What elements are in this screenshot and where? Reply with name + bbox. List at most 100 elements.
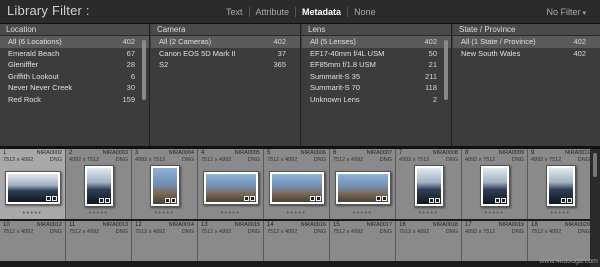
thumbnail-image[interactable] xyxy=(335,171,391,205)
row-count: 402 xyxy=(273,37,286,46)
column-header-camera[interactable]: Camera xyxy=(151,24,300,36)
lens-row[interactable]: Summarit-S 35 211 xyxy=(302,71,451,83)
file-name: NIRA0017 xyxy=(366,222,392,228)
state-row[interactable]: New South Wales 402 xyxy=(453,48,600,60)
thumbnail-badges xyxy=(99,198,110,203)
location-row[interactable]: All (6 Locations) 402 xyxy=(0,36,149,48)
row-label: EF17-40mm f/4L USM xyxy=(310,48,385,58)
camera-row[interactable]: Canon EOS 5D Mark II 37 xyxy=(151,48,300,60)
develop-badge-icon[interactable] xyxy=(382,196,387,201)
rating-dots-icon[interactable]: ••••• xyxy=(264,210,329,217)
thumbnail-cell[interactable]: 17 NIRA0019 4992 x 7512 DNG xyxy=(462,221,528,261)
crop-badge-icon[interactable] xyxy=(244,196,249,201)
thumbnail-image[interactable] xyxy=(84,165,114,207)
thumbnail-cell[interactable]: 14 NIRA0016 7512 x 4992 DNG xyxy=(264,221,330,261)
location-row[interactable]: Never Never Creek 30 xyxy=(0,82,149,94)
lens-row[interactable]: EF17-40mm f/4L USM 50 xyxy=(302,48,451,60)
thumbnail-cell[interactable]: 5 NIRA0006 7512 x 4992 DNG ••••• xyxy=(264,149,330,219)
thumbnail-cell[interactable]: 11 NIRA0013 7512 x 4992 DNG xyxy=(66,221,132,261)
crop-badge-icon[interactable] xyxy=(165,198,170,203)
thumbnail-image[interactable] xyxy=(5,171,61,205)
camera-row[interactable]: All (2 Cameras) 402 xyxy=(151,36,300,48)
location-row[interactable]: Glenifffer 28 xyxy=(0,59,149,71)
lens-row[interactable]: Summarit-S 70 118 xyxy=(302,82,451,94)
develop-badge-icon[interactable] xyxy=(567,198,572,203)
thumbnail-image[interactable] xyxy=(414,165,444,207)
thumbnail-image[interactable] xyxy=(546,165,576,207)
thumbnail-cell[interactable]: 6 NIRA0007 7512 x 4992 DNG ••••• xyxy=(330,149,396,219)
file-name: NIRA0008 xyxy=(432,150,458,156)
column-scrollbar[interactable] xyxy=(444,40,448,100)
file-name: NIRA0016 xyxy=(300,222,326,228)
rating-dots-icon[interactable]: ••••• xyxy=(396,210,461,217)
thumbnail-cell[interactable]: 2 NIRA0003 4992 x 7512 DNG ••••• xyxy=(66,149,132,219)
develop-badge-icon[interactable] xyxy=(250,196,255,201)
tab-none[interactable]: None xyxy=(347,7,382,17)
thumbnail-cell[interactable]: 16 NIRA0018 7512 x 4992 DNG xyxy=(396,221,462,261)
row-count: 402 xyxy=(122,37,135,46)
row-label: All (2 Cameras) xyxy=(159,37,212,46)
thumbnail-image[interactable] xyxy=(150,165,180,207)
lens-row[interactable]: Unknown Lens 2 xyxy=(302,94,451,106)
column-header-lens[interactable]: Lens xyxy=(302,24,451,36)
column-scrollbar[interactable] xyxy=(142,40,146,100)
crop-badge-icon[interactable] xyxy=(99,198,104,203)
thumbnail-image[interactable] xyxy=(269,171,325,205)
crop-badge-icon[interactable] xyxy=(376,196,381,201)
state-row[interactable]: All (1 State / Province) 402 xyxy=(453,36,600,48)
rating-dots-icon[interactable]: ••••• xyxy=(132,210,197,217)
camera-row[interactable]: S2 365 xyxy=(151,59,300,71)
column-header-location[interactable]: Location xyxy=(0,24,149,36)
crop-badge-icon[interactable] xyxy=(561,198,566,203)
thumbnail-cell[interactable]: 8 NIRA0009 4992 x 7512 DNG ••••• xyxy=(462,149,528,219)
rating-dots-icon[interactable]: ••••• xyxy=(198,210,263,217)
image-dimensions: 7512 x 4992 xyxy=(201,229,232,235)
crop-badge-icon[interactable] xyxy=(46,196,51,201)
location-row[interactable]: Emerald Beach 67 xyxy=(0,48,149,60)
tab-attribute[interactable]: Attribute xyxy=(248,7,296,17)
develop-badge-icon[interactable] xyxy=(52,196,57,201)
thumbnail-cell[interactable]: 13 NIRA0015 7512 x 4992 DNG xyxy=(198,221,264,261)
filter-preset-dropdown[interactable]: No Filter ▾ xyxy=(546,7,586,17)
scrollbar-thumb[interactable] xyxy=(593,153,597,177)
develop-badge-icon[interactable] xyxy=(171,198,176,203)
image-dimensions: 7512 x 4992 xyxy=(531,229,562,235)
crop-badge-icon[interactable] xyxy=(310,196,315,201)
row-count: 6 xyxy=(130,71,135,81)
rating-dots-icon[interactable]: ••••• xyxy=(330,210,395,217)
thumbnail-cell[interactable]: 3 NIRA0004 4992 x 7512 DNG ••••• xyxy=(132,149,198,219)
thumbnail-cell[interactable]: 15 NIRA0017 7512 x 4992 DNG xyxy=(330,221,396,261)
image-dimensions: 4992 x 7512 xyxy=(465,229,496,235)
file-format: DNG xyxy=(181,229,194,235)
row-count: 402 xyxy=(424,37,437,46)
crop-badge-icon[interactable] xyxy=(495,198,500,203)
location-row[interactable]: Griffith Lookout 6 xyxy=(0,71,149,83)
location-row[interactable]: Red Rock 159 xyxy=(0,94,149,106)
thumbnail-image[interactable] xyxy=(203,171,259,205)
thumbnail-cell[interactable]: 18 NIRA0020 7512 x 4992 DNG xyxy=(528,221,594,261)
tab-text[interactable]: Text xyxy=(220,7,249,17)
develop-badge-icon[interactable] xyxy=(316,196,321,201)
rating-dots-icon[interactable]: ••••• xyxy=(66,210,131,217)
crop-badge-icon[interactable] xyxy=(429,198,434,203)
thumbnail-cell[interactable]: 12 NIRA0014 7512 x 4992 DNG xyxy=(132,221,198,261)
image-dimensions: 7512 x 4992 xyxy=(69,229,100,235)
tab-metadata[interactable]: Metadata xyxy=(295,7,347,17)
column-header-state-province[interactable]: State / Province xyxy=(453,24,600,36)
develop-badge-icon[interactable] xyxy=(435,198,440,203)
thumbnail-cell[interactable]: 10 NIRA0012 7512 x 4992 DNG xyxy=(0,221,66,261)
cell-index: 6 xyxy=(333,150,337,156)
thumbnail-cell[interactable]: 9 NIRA0011 4992 x 7512 DNG ••••• xyxy=(528,149,594,219)
rating-dots-icon[interactable]: ••••• xyxy=(462,210,527,217)
thumbnail-cell[interactable]: 7 NIRA0008 4992 x 7512 DNG ••••• xyxy=(396,149,462,219)
develop-badge-icon[interactable] xyxy=(105,198,110,203)
grid-scrollbar[interactable] xyxy=(590,149,600,267)
thumbnail-image[interactable] xyxy=(480,165,510,207)
thumbnail-cell[interactable]: 4 NIRA0005 7512 x 4992 DNG ••••• xyxy=(198,149,264,219)
rating-dots-icon[interactable]: ••••• xyxy=(528,210,593,217)
lens-row[interactable]: All (5 Lenses) 402 xyxy=(302,36,451,48)
develop-badge-icon[interactable] xyxy=(501,198,506,203)
lens-row[interactable]: EF85mm f/1.8 USM 21 xyxy=(302,59,451,71)
rating-dots-icon[interactable]: ••••• xyxy=(0,210,65,217)
thumbnail-cell[interactable]: 1 NIRA0002 7512 x 4992 DNG ••••• xyxy=(0,149,66,219)
